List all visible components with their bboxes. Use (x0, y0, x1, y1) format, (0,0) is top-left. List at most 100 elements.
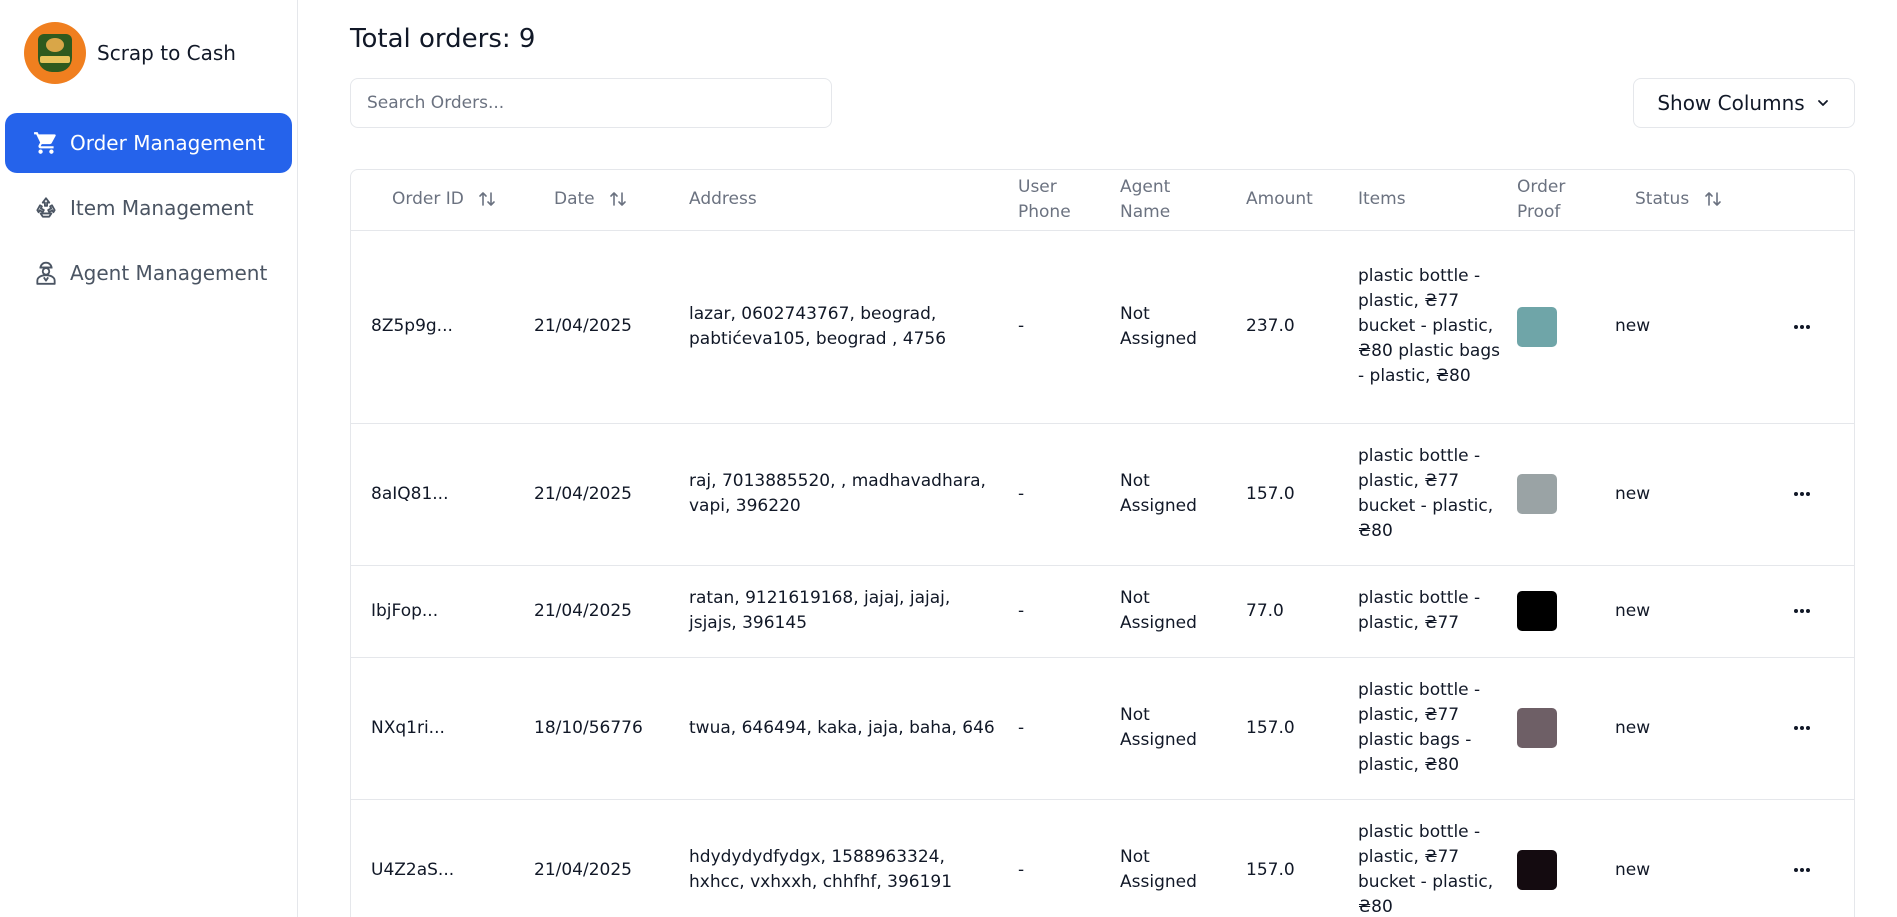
table-row[interactable]: 8Z5p9g... 21/04/2025 lazar, 0602743767, … (351, 230, 1854, 424)
order-proof-image[interactable] (1517, 708, 1557, 748)
cell-user-phone: - (1018, 423, 1120, 566)
cell-order-proof (1517, 657, 1615, 800)
table-header-row: Order ID Date Address User Phone Agent N… (351, 170, 1854, 231)
table-row[interactable]: 8aIQ81... 21/04/2025 raj, 7013885520, , … (351, 423, 1854, 566)
brand[interactable]: Scrap to Cash (24, 22, 236, 84)
header-user-phone: User Phone (1018, 170, 1120, 231)
cell-order-id: IbjFop... (351, 565, 534, 658)
order-proof-image[interactable] (1517, 850, 1557, 890)
orders-table: Order ID Date Address User Phone Agent N… (350, 169, 1855, 917)
sidebar: Scrap to Cash Order Management Item Mana… (0, 0, 298, 917)
header-amount: Amount (1246, 170, 1358, 231)
cell-order-proof (1517, 230, 1615, 424)
cell-date: 18/10/56776 (534, 657, 689, 800)
cell-agent-name: Not Assigned (1120, 230, 1246, 424)
more-actions-icon[interactable] (1750, 491, 1854, 497)
order-proof-image[interactable] (1517, 306, 1557, 347)
agent-icon (33, 260, 59, 286)
cell-order-id: 8Z5p9g... (351, 230, 534, 424)
sidebar-item-label: Agent Management (70, 261, 268, 285)
cell-user-phone: - (1018, 230, 1120, 424)
cell-status: new (1615, 423, 1750, 566)
header-address: Address (689, 170, 1018, 231)
table-row[interactable]: U4Z2aS... 21/04/2025 hdydydydfydgx, 1588… (351, 799, 1854, 917)
cell-amount: 157.0 (1246, 423, 1358, 566)
cell-amount: 77.0 (1246, 565, 1358, 658)
cell-address: hdydydydfydgx, 1588963324, hxhcc, vxhxxh… (689, 799, 1018, 917)
cell-order-id: 8aIQ81... (351, 423, 534, 566)
cell-actions (1750, 565, 1854, 658)
cell-order-id: U4Z2aS... (351, 799, 534, 917)
header-order-id[interactable]: Order ID (351, 170, 534, 231)
cell-agent-name: Not Assigned (1120, 657, 1246, 800)
logo-emblem (38, 34, 72, 72)
header-agent-name: Agent Name (1120, 170, 1246, 231)
header-status[interactable]: Status (1615, 170, 1750, 231)
sort-icon[interactable] (1703, 189, 1723, 209)
cell-items: plastic bottle - plastic, ₴77 plastic ba… (1358, 657, 1517, 800)
logo (24, 22, 86, 84)
search-input[interactable] (350, 78, 832, 128)
sidebar-item-agent-management[interactable]: Agent Management (5, 243, 292, 303)
cell-actions (1750, 799, 1854, 917)
brand-name: Scrap to Cash (97, 41, 236, 65)
more-actions-icon[interactable] (1750, 725, 1854, 731)
cell-user-phone: - (1018, 565, 1120, 658)
show-columns-label: Show Columns (1657, 91, 1805, 115)
cell-actions (1750, 657, 1854, 800)
table-row[interactable]: NXq1ri... 18/10/56776 twua, 646494, kaka… (351, 657, 1854, 800)
cell-address: twua, 646494, kaka, jaja, baha, 646 (689, 657, 1018, 800)
show-columns-button[interactable]: Show Columns (1633, 78, 1855, 128)
chevron-down-icon (1815, 95, 1831, 111)
recycle-icon (33, 195, 59, 221)
cell-items: plastic bottle - plastic, ₴77 bucket - p… (1358, 799, 1517, 917)
cell-user-phone: - (1018, 657, 1120, 800)
cell-agent-name: Not Assigned (1120, 799, 1246, 917)
more-actions-icon[interactable] (1750, 867, 1854, 873)
header-order-proof: Order Proof (1517, 170, 1615, 231)
cell-address: ratan, 9121619168, jajaj, jajaj, jsjajs,… (689, 565, 1018, 658)
sort-icon[interactable] (477, 189, 497, 209)
cell-status: new (1615, 657, 1750, 800)
more-actions-icon[interactable] (1750, 608, 1854, 614)
cell-amount: 237.0 (1246, 230, 1358, 424)
cell-status: new (1615, 230, 1750, 424)
cell-user-phone: - (1018, 799, 1120, 917)
cell-status: new (1615, 799, 1750, 917)
cell-order-id: NXq1ri... (351, 657, 534, 800)
cell-address: lazar, 0602743767, beograd, pabtićeva105… (689, 230, 1018, 424)
cell-agent-name: Not Assigned (1120, 565, 1246, 658)
header-date[interactable]: Date (534, 170, 689, 231)
cell-status: new (1615, 565, 1750, 658)
order-proof-image[interactable] (1517, 474, 1557, 514)
cell-amount: 157.0 (1246, 657, 1358, 800)
sort-icon[interactable] (608, 189, 628, 209)
cell-date: 21/04/2025 (534, 565, 689, 658)
cart-icon (33, 130, 59, 156)
cell-date: 21/04/2025 (534, 423, 689, 566)
cell-date: 21/04/2025 (534, 230, 689, 424)
cell-address: raj, 7013885520, , madhavadhara, vapi, 3… (689, 423, 1018, 566)
header-actions (1750, 170, 1854, 231)
sidebar-nav: Order Management Item Management Agent M… (5, 113, 292, 308)
cell-actions (1750, 423, 1854, 566)
sidebar-item-order-management[interactable]: Order Management (5, 113, 292, 173)
more-actions-icon[interactable] (1750, 324, 1854, 330)
order-proof-image[interactable] (1517, 591, 1557, 631)
cell-order-proof (1517, 799, 1615, 917)
cell-amount: 157.0 (1246, 799, 1358, 917)
total-orders: Total orders: 9 (350, 24, 536, 54)
sidebar-item-item-management[interactable]: Item Management (5, 178, 292, 238)
cell-order-proof (1517, 423, 1615, 566)
table-row[interactable]: IbjFop... 21/04/2025 ratan, 9121619168, … (351, 565, 1854, 658)
cell-order-proof (1517, 565, 1615, 658)
cell-date: 21/04/2025 (534, 799, 689, 917)
sidebar-item-label: Item Management (70, 196, 254, 220)
cell-agent-name: Not Assigned (1120, 423, 1246, 566)
cell-items: plastic bottle - plastic, ₴77 bucket - p… (1358, 230, 1517, 424)
header-items: Items (1358, 170, 1517, 231)
cell-items: plastic bottle - plastic, ₴77 bucket - p… (1358, 423, 1517, 566)
cell-actions (1750, 230, 1854, 424)
cell-items: plastic bottle - plastic, ₴77 (1358, 565, 1517, 658)
sidebar-item-label: Order Management (70, 131, 265, 155)
